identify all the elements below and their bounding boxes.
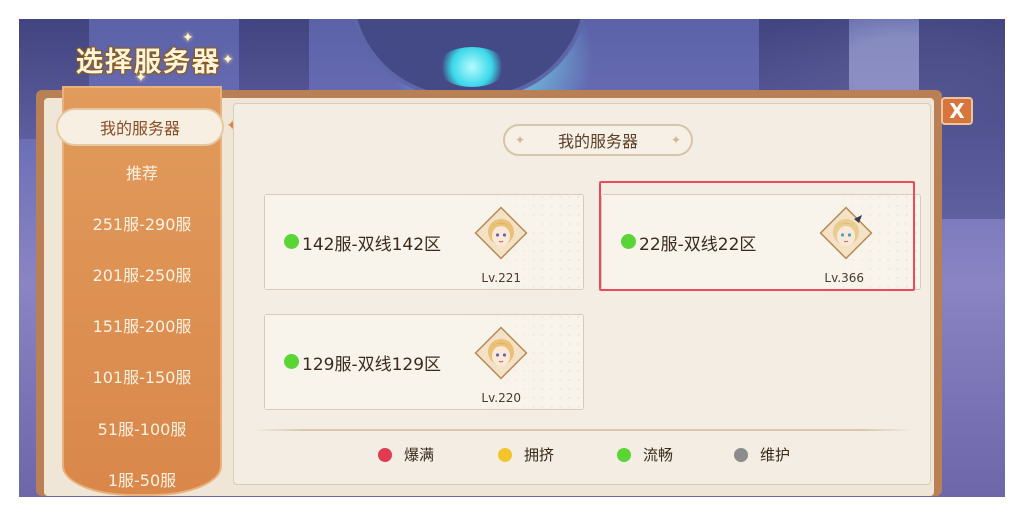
server-card[interactable]: 142服-双线142区 Lv.221 <box>264 194 584 290</box>
legend-label: 流畅 <box>643 446 674 464</box>
status-dot <box>378 447 392 462</box>
status-dot <box>284 354 299 369</box>
sparkle-icon: ✦ <box>222 52 234 68</box>
legend-label: 维护 <box>760 446 791 464</box>
server-list-area <box>233 103 931 485</box>
status-dot <box>621 234 636 249</box>
sparkle-icon: ✦ <box>182 30 194 46</box>
background-orb <box>437 47 507 87</box>
divider <box>252 429 914 431</box>
server-card[interactable]: 22服-双线22区 Lv.366 <box>601 194 921 290</box>
sparkle-icon: ✦ <box>135 70 147 86</box>
sidebar-item-1-50[interactable]: 1服-50服 <box>62 459 222 499</box>
sidebar-item-201-250[interactable]: 201服-250服 <box>62 254 222 294</box>
close-button[interactable]: X <box>941 97 973 125</box>
status-dot <box>617 447 631 462</box>
character-avatar-icon <box>819 206 873 260</box>
legend-item-smooth: 流畅 <box>617 444 673 465</box>
server-level: Lv.221 <box>481 271 521 285</box>
sidebar-item-151-200[interactable]: 151服-200服 <box>62 305 222 345</box>
legend-label: 爆满 <box>404 446 435 464</box>
legend-item-maintenance: 维护 <box>734 444 790 465</box>
diamond-icon: ✦ <box>670 133 681 147</box>
sidebar-item-251-290[interactable]: 251服-290服 <box>62 203 222 243</box>
sidebar-item-51-100[interactable]: 51服-100服 <box>62 408 222 448</box>
character-avatar-icon <box>474 206 528 260</box>
server-name: 22服-双线22区 <box>639 235 757 255</box>
sidebar-item-recommended[interactable]: 推荐 <box>62 152 222 192</box>
diamond-icon: ✦ <box>515 133 526 147</box>
section-header: ✦ 我的服务器 ✦ <box>503 124 693 156</box>
server-name: 142服-双线142区 <box>302 235 442 255</box>
server-name: 129服-双线129区 <box>302 355 442 375</box>
status-dot <box>734 447 748 462</box>
server-card[interactable]: 129服-双线129区 Lv.220 <box>264 314 584 410</box>
character-avatar-icon <box>474 326 528 380</box>
legend-item-full: 爆满 <box>378 444 434 465</box>
server-level: Lv.220 <box>481 391 521 405</box>
sidebar-item-my-servers[interactable]: 我的服务器 <box>56 108 238 146</box>
sidebar-item-101-150[interactable]: 101服-150服 <box>62 356 222 396</box>
status-dot <box>284 234 299 249</box>
server-level: Lv.366 <box>824 271 864 285</box>
section-title: 我的服务器 <box>557 132 638 151</box>
legend-label: 拥挤 <box>524 446 555 464</box>
status-dot <box>498 447 512 462</box>
legend-item-crowded: 拥挤 <box>498 444 554 465</box>
page-title: 选择服务器 <box>76 47 221 78</box>
